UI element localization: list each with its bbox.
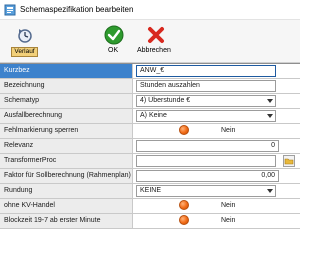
row-ausfallberechnung: Ausfallberechnung A) Keine	[0, 109, 300, 124]
browse-button[interactable]	[283, 155, 295, 167]
label-bezeichnung: Bezeichnung	[0, 79, 133, 93]
row-relevanz: Relevanz 0	[0, 139, 300, 154]
row-fehlmarkierung: Fehlmarkierung sperren Nein	[0, 124, 300, 139]
property-grid: Kurzbez ANW_€ Bezeichnung Stunden auszah…	[0, 63, 300, 253]
kv-handel-value: Nein	[221, 202, 236, 209]
bezeichnung-input[interactable]: Stunden auszahlen	[136, 80, 276, 92]
value-cell-relevanz: 0	[134, 139, 300, 153]
value-cell-kv-handel: Nein	[134, 199, 300, 213]
label-relevanz: Relevanz	[0, 139, 133, 153]
verlauf-label: Verlauf	[11, 47, 38, 57]
kurzbez-input[interactable]: ANW_€	[136, 65, 276, 77]
label-ausfallberechnung: Ausfallberechnung	[0, 109, 133, 123]
dropdown-arrow-icon[interactable]	[267, 99, 273, 103]
value-cell-kurzbez: ANW_€	[134, 64, 300, 78]
radio-toggle-icon[interactable]	[179, 125, 189, 135]
rundung-select[interactable]: KEINE	[136, 185, 276, 197]
blockzeit-value: Nein	[221, 217, 236, 224]
window-title: Schemaspezifikation bearbeiten	[20, 5, 134, 14]
value-cell-bezeichnung: Stunden auszahlen	[134, 79, 300, 93]
dropdown-arrow-icon[interactable]	[267, 189, 273, 193]
label-kurzbez: Kurzbez	[0, 64, 133, 78]
label-blockzeit: Blockzeit 19-7 ab erster Minute	[0, 214, 133, 228]
value-cell-rundung: KEINE	[134, 184, 300, 198]
radio-toggle-icon[interactable]	[179, 200, 189, 210]
value-cell-ausfallberechnung: A) Keine	[134, 109, 300, 123]
cross-icon	[148, 27, 164, 43]
row-blockzeit: Blockzeit 19-7 ab erster Minute Nein	[0, 214, 300, 229]
folder-browse-icon	[284, 158, 294, 165]
verlauf-button[interactable]: Verlauf	[11, 22, 38, 60]
row-faktor: Faktor für Sollberechnung (Rahmenplan) 0…	[0, 169, 300, 184]
row-transformer: TransformerProc	[0, 154, 300, 169]
row-schematyp: Schematyp 4) Überstunde €	[0, 94, 300, 109]
value-cell-blockzeit: Nein	[134, 214, 300, 228]
schematyp-value: 4) Überstunde €	[140, 97, 191, 104]
ok-button[interactable]: OK	[102, 22, 126, 60]
faktor-input[interactable]: 0,00	[136, 170, 279, 182]
cancel-button[interactable]: Abbrechen	[137, 22, 175, 60]
schematyp-select[interactable]: 4) Überstunde €	[136, 95, 276, 107]
row-kv-handel: ohne KV-Handel Nein	[0, 199, 300, 214]
radio-toggle-icon[interactable]	[179, 215, 189, 225]
title-bar: Schemaspezifikation bearbeiten	[0, 0, 300, 20]
label-transformer: TransformerProc	[0, 154, 133, 168]
rundung-value: KEINE	[140, 187, 162, 194]
app-icon	[4, 4, 16, 16]
ausfallberechnung-select[interactable]: A) Keine	[136, 110, 276, 122]
value-cell-faktor: 0,00	[134, 169, 300, 183]
relevanz-input[interactable]: 0	[136, 140, 279, 152]
label-faktor: Faktor für Sollberechnung (Rahmenplan)	[0, 169, 133, 183]
label-rundung: Rundung	[0, 184, 133, 198]
label-schematyp: Schematyp	[0, 94, 133, 108]
label-fehlmarkierung: Fehlmarkierung sperren	[0, 124, 133, 138]
value-cell-fehlmarkierung: Nein	[134, 124, 300, 138]
value-cell-schematyp: 4) Überstunde €	[134, 94, 300, 108]
transformer-input[interactable]	[136, 155, 276, 167]
label-kv-handel: ohne KV-Handel	[0, 199, 133, 213]
ausfallberechnung-value: A) Keine	[140, 112, 167, 119]
history-icon	[18, 29, 32, 43]
dropdown-arrow-icon[interactable]	[267, 114, 273, 118]
row-kurzbez: Kurzbez ANW_€	[0, 64, 300, 79]
checkmark-icon	[104, 25, 124, 45]
row-bezeichnung: Bezeichnung Stunden auszahlen	[0, 79, 300, 94]
row-rundung: Rundung KEINE	[0, 184, 300, 199]
value-cell-transformer	[134, 154, 300, 168]
fehlmarkierung-value: Nein	[221, 127, 236, 134]
toolbar: Verlauf OK Abbrechen	[0, 20, 300, 63]
cancel-label: Abbrechen	[137, 47, 171, 54]
ok-label: OK	[108, 47, 119, 54]
